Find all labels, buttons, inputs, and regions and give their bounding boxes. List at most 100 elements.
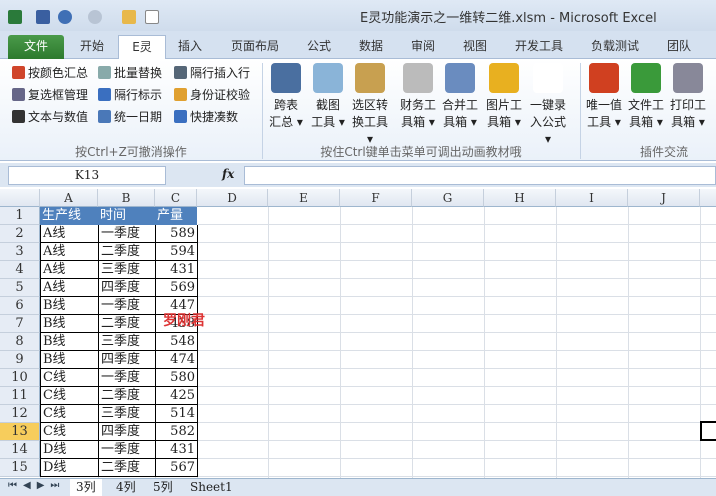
sheet-tab-1[interactable]: 4列	[110, 479, 142, 496]
table-cell[interactable]: B线	[40, 333, 99, 351]
formula-input[interactable]	[244, 166, 716, 185]
table-cell[interactable]: 一季度	[98, 369, 156, 387]
row-header-11[interactable]: 11	[0, 387, 40, 405]
table-cell[interactable]: 三季度	[98, 333, 156, 351]
ribbon-item-7[interactable]: 统一日期	[98, 108, 162, 125]
tab-0[interactable]: 文件	[8, 35, 64, 59]
table-cell[interactable]: 580	[155, 369, 198, 387]
table-cell[interactable]: 四季度	[98, 279, 156, 297]
ribbon-big-button-6[interactable]: 一键录 入公式 ▾	[528, 63, 568, 148]
ribbon-item-6[interactable]: 文本与数值	[12, 108, 88, 125]
table-cell[interactable]: C线	[40, 405, 99, 423]
tab-2[interactable]: E灵	[118, 35, 166, 60]
tab-5[interactable]: 公式	[298, 35, 340, 59]
ribbon-big-button-9[interactable]: 打印工 具箱 ▾	[668, 63, 708, 131]
table-cell[interactable]: 567	[155, 459, 198, 477]
column-header-H[interactable]: H	[484, 189, 556, 207]
column-header-D[interactable]: D	[197, 189, 268, 207]
column-header-C[interactable]: C	[155, 189, 197, 207]
table-cell[interactable]: 三季度	[98, 261, 156, 279]
row-header-10[interactable]: 10	[0, 369, 40, 387]
worksheet-grid[interactable]: A B C D E F G H I J 1 2 3 4 5 6 7 8 9 10 11 12 13 14 15 生产线 时间 产量 A线…	[0, 189, 716, 478]
insert-sheet-icon[interactable]	[246, 479, 258, 496]
tab-9[interactable]: 开发工具	[504, 35, 574, 59]
row-header-5[interactable]: 5	[0, 279, 40, 297]
table-cell[interactable]: D线	[40, 459, 99, 477]
table-cell[interactable]: 四季度	[98, 351, 156, 369]
row-header-4[interactable]: 4	[0, 261, 40, 279]
name-box[interactable]: K13	[8, 166, 166, 185]
save-icon[interactable]	[36, 10, 50, 24]
table-cell[interactable]: 589	[155, 225, 198, 243]
table-cell[interactable]: A线	[40, 261, 99, 279]
row-header-2[interactable]: 2	[0, 225, 40, 243]
ribbon-big-button-1[interactable]: 截图 工具 ▾	[308, 63, 348, 131]
table-cell[interactable]: 二季度	[98, 387, 156, 405]
select-all-corner[interactable]	[0, 189, 40, 207]
table-cell[interactable]: 四季度	[98, 423, 156, 441]
column-header-J[interactable]: J	[628, 189, 700, 207]
table-cell[interactable]: 548	[155, 333, 198, 351]
column-header-G[interactable]: G	[412, 189, 484, 207]
table-cell[interactable]: 474	[155, 351, 198, 369]
sheet-tab-3[interactable]: Sheet1	[184, 479, 239, 496]
ribbon-item-5[interactable]: 身份证校验	[174, 86, 250, 103]
tab-11[interactable]: 团队	[656, 35, 702, 59]
column-header-B[interactable]: B	[98, 189, 155, 207]
table-cell[interactable]: 431	[155, 441, 198, 459]
redo-icon[interactable]	[88, 10, 102, 24]
row-header-3[interactable]: 3	[0, 243, 40, 261]
table-cell[interactable]: 431	[155, 261, 198, 279]
table-cell[interactable]: 三季度	[98, 405, 156, 423]
sheet-tab-0[interactable]: 3列	[70, 479, 102, 496]
table-cell[interactable]: 514	[155, 405, 198, 423]
tab-8[interactable]: 视图	[452, 35, 498, 59]
table-cell[interactable]: 582	[155, 423, 198, 441]
column-header-K[interactable]	[700, 189, 716, 207]
ribbon-big-button-7[interactable]: 唯一值 工具 ▾	[584, 63, 624, 131]
table-cell[interactable]: 569	[155, 279, 198, 297]
ribbon-big-button-8[interactable]: 文件工 具箱 ▾	[626, 63, 666, 131]
table-cell[interactable]: A线	[40, 279, 99, 297]
table-cell[interactable]: 二季度	[98, 315, 156, 333]
new-document-icon[interactable]	[145, 10, 159, 24]
sheet-tab-2[interactable]: 5列	[147, 479, 179, 496]
table-header-cell[interactable]: 产量	[155, 207, 198, 225]
table-cell[interactable]: C线	[40, 369, 99, 387]
row-header-7[interactable]: 7	[0, 315, 40, 333]
row-header-1[interactable]: 1	[0, 207, 40, 225]
ribbon-big-button-3[interactable]: 财务工 具箱 ▾	[398, 63, 438, 131]
table-cell[interactable]: B线	[40, 297, 99, 315]
ribbon-item-3[interactable]: 复选框管理	[12, 86, 88, 103]
ribbon-big-button-4[interactable]: 合并工 具箱 ▾	[440, 63, 480, 131]
tab-4[interactable]: 页面布局	[220, 35, 290, 59]
table-cell[interactable]: 二季度	[98, 243, 156, 261]
open-folder-icon[interactable]	[122, 10, 136, 24]
ribbon-item-8[interactable]: 快捷凑数	[174, 108, 238, 125]
tab-3[interactable]: 插入	[168, 35, 212, 59]
active-cell-k13[interactable]	[700, 421, 716, 441]
column-header-I[interactable]: I	[556, 189, 628, 207]
ribbon-item-2[interactable]: 隔行插入行	[174, 64, 250, 81]
table-cell[interactable]: B线	[40, 351, 99, 369]
table-cell[interactable]: 二季度	[98, 459, 156, 477]
ribbon-big-button-2[interactable]: 选区转 换工具 ▾	[350, 63, 390, 148]
row-header-9[interactable]: 9	[0, 351, 40, 369]
tab-6[interactable]: 数据	[348, 35, 394, 59]
table-cell[interactable]: 425	[155, 387, 198, 405]
ribbon-big-button-0[interactable]: 跨表 汇总 ▾	[266, 63, 306, 131]
table-cell[interactable]: 一季度	[98, 225, 156, 243]
row-header-15[interactable]: 15	[0, 459, 40, 477]
table-cell[interactable]: 594	[155, 243, 198, 261]
ribbon-item-4[interactable]: 隔行标示	[98, 86, 162, 103]
table-cell[interactable]: D线	[40, 441, 99, 459]
sheet-nav-arrows-icon[interactable]: ⏮◀▶⏭	[8, 480, 65, 491]
ribbon-item-1[interactable]: 批量替换	[98, 64, 162, 81]
column-header-A[interactable]: A	[40, 189, 98, 207]
column-header-F[interactable]: F	[340, 189, 412, 207]
ribbon-item-0[interactable]: 按颜色汇总	[12, 64, 88, 81]
tab-10[interactable]: 负载测试	[580, 35, 650, 59]
column-header-E[interactable]: E	[268, 189, 340, 207]
row-header-13[interactable]: 13	[0, 423, 40, 441]
row-header-6[interactable]: 6	[0, 297, 40, 315]
